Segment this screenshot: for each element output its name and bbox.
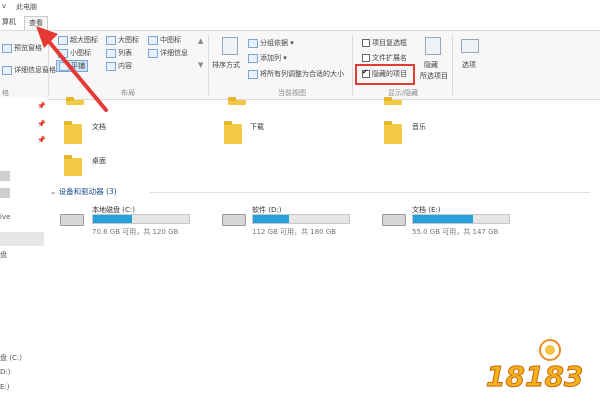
arrow-shaft <box>44 36 108 112</box>
logo-sun-core <box>545 345 555 355</box>
watermark-text: 18183 <box>485 360 584 394</box>
watermark-logo: 18183 <box>480 330 590 400</box>
arrow-head <box>36 26 58 48</box>
